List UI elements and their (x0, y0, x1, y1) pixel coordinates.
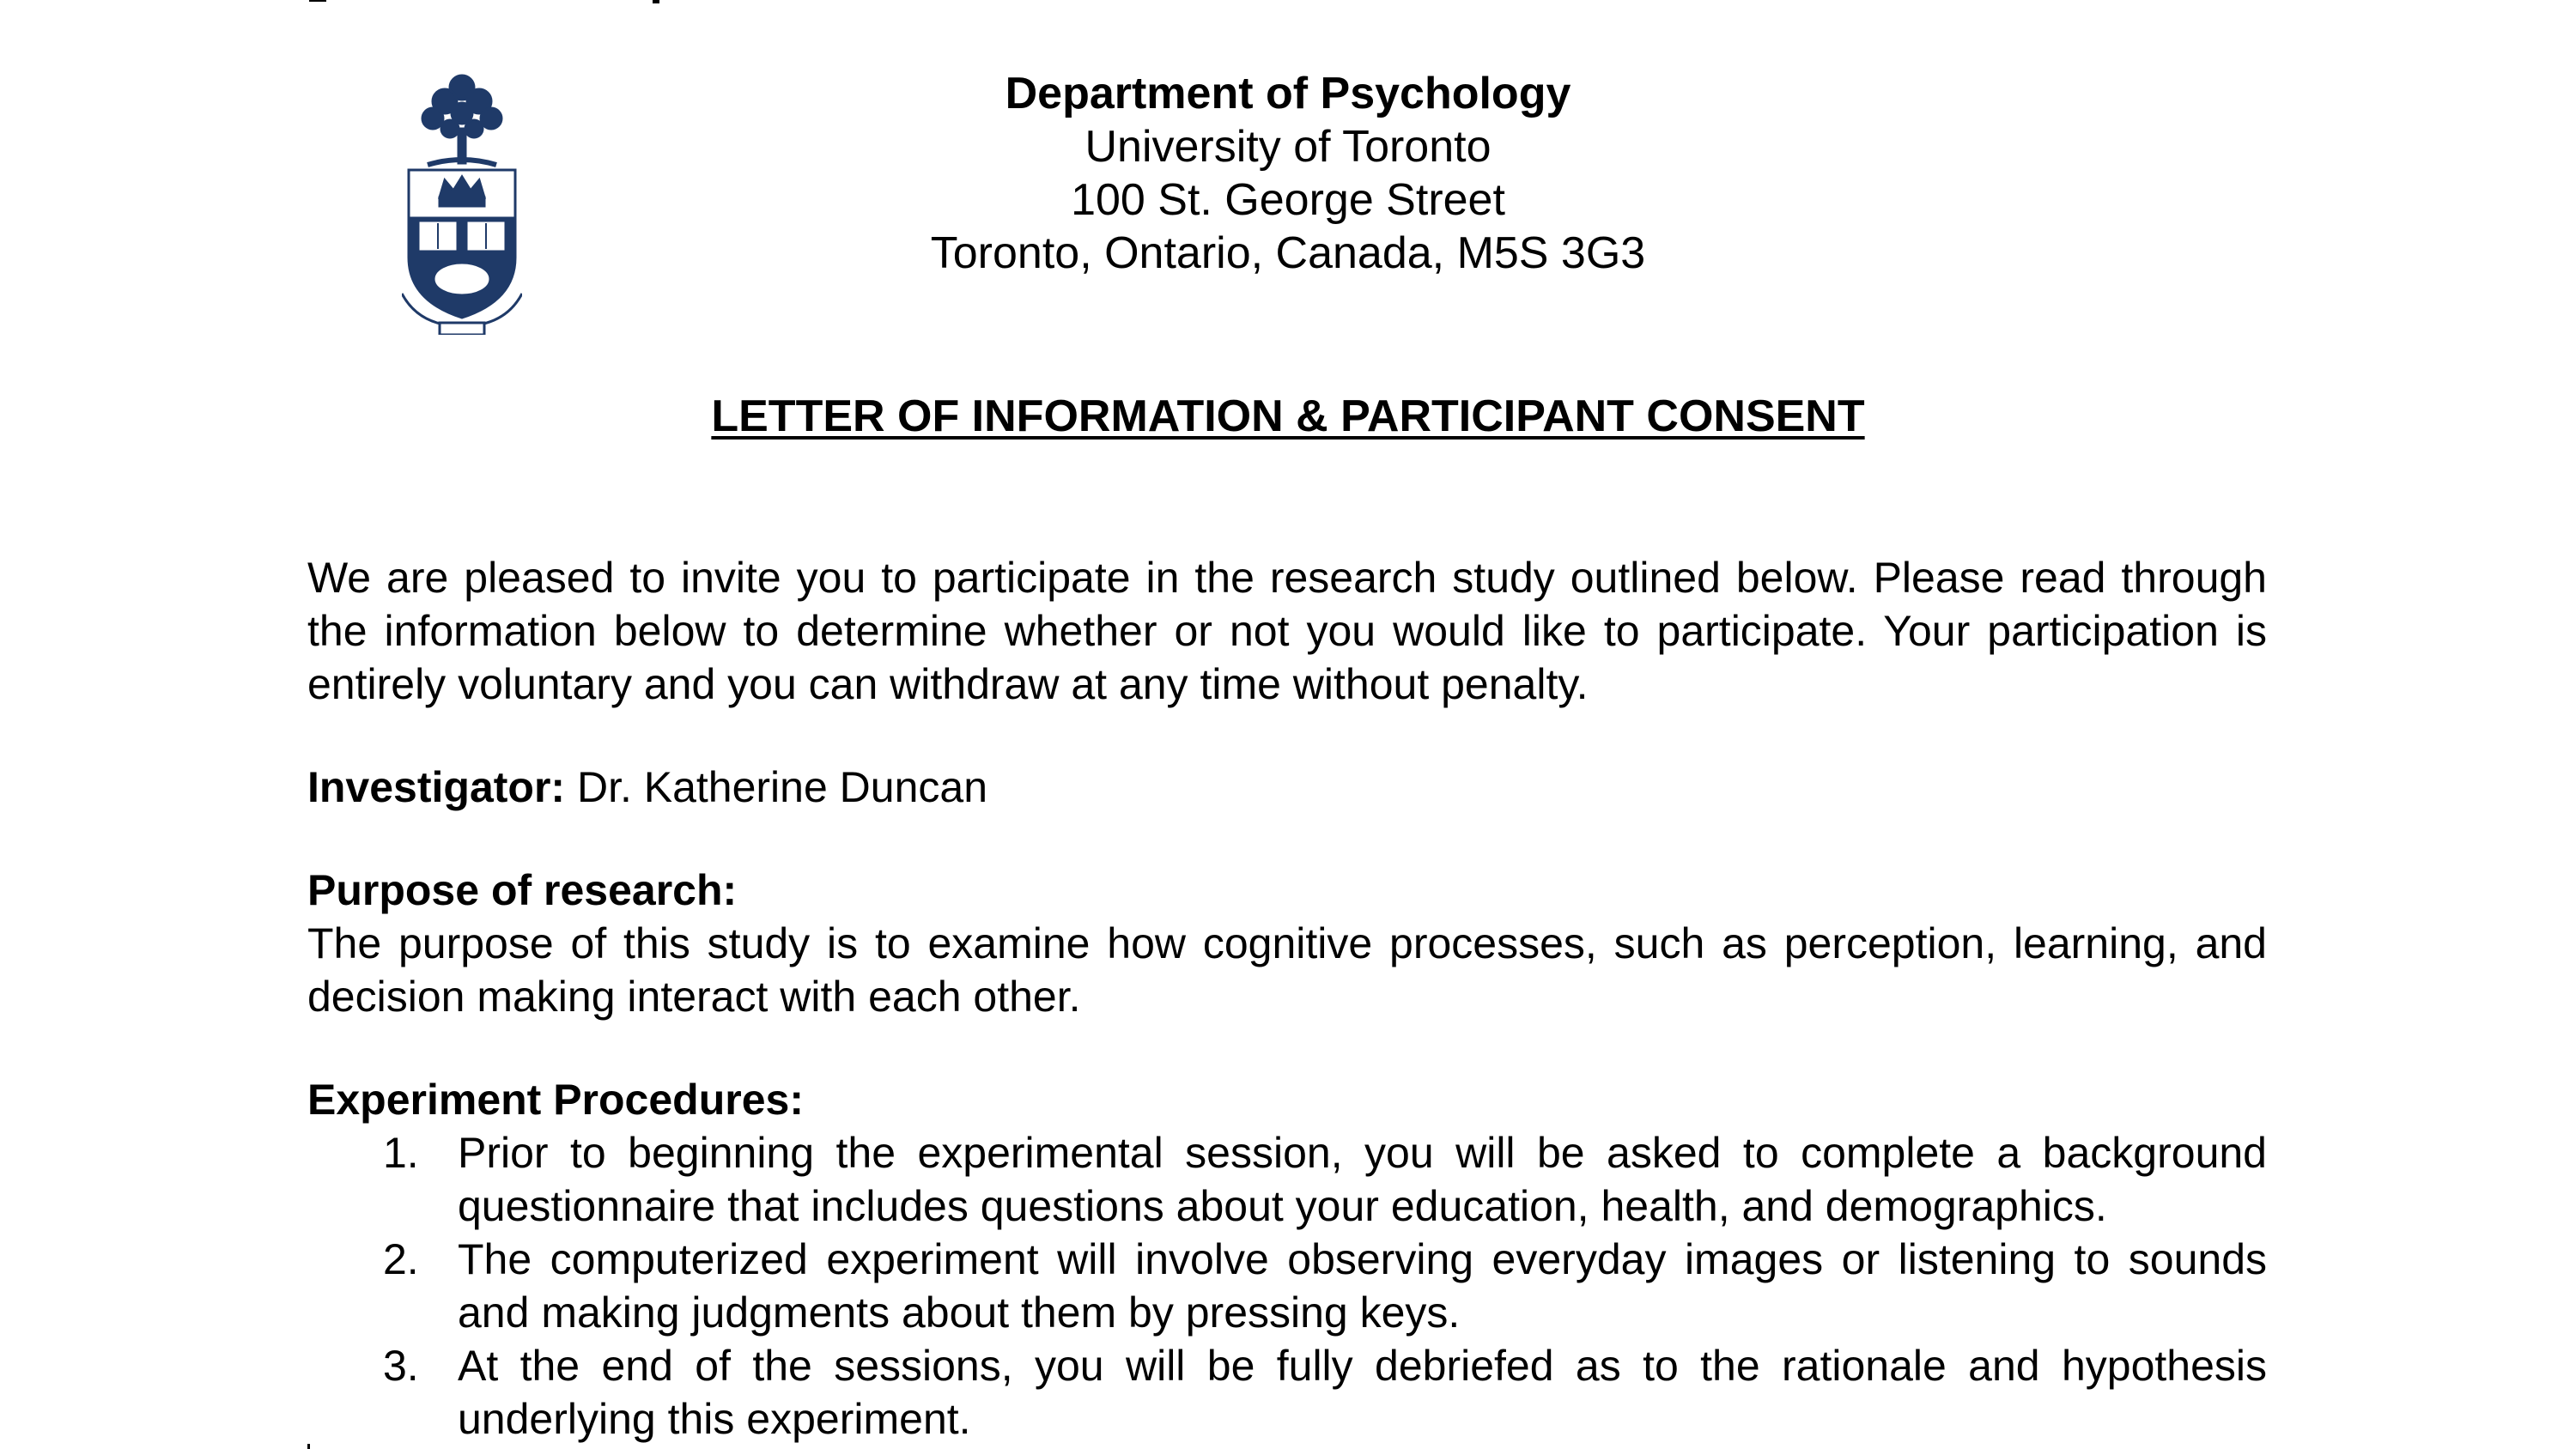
list-item-text: The computerized experiment will involve… (458, 1235, 2267, 1337)
list-item-number: 3. (383, 1342, 419, 1390)
intro-paragraph: We are pleased to invite you to particip… (307, 554, 2267, 708)
list-item: 2. The computerized experiment will invo… (307, 1233, 2267, 1339)
list-item-text: Prior to beginning the experimental sess… (458, 1129, 2267, 1230)
purpose-heading: Purpose of research: (307, 866, 738, 914)
university-crest-icon (402, 74, 522, 335)
list-item: 3. At the end of the sessions, you will … (307, 1339, 2267, 1446)
department-name: Department of Psychology (1005, 69, 1571, 118)
street-address: 100 St. George Street (1071, 175, 1505, 225)
document-page: Department of Psychology University of T… (0, 0, 2576, 1449)
investigator-line: Investigator: Dr. Katherine Duncan (307, 761, 2267, 814)
university-name: University of Toronto (1084, 122, 1492, 172)
cut-off-text-fragment (309, 0, 659, 3)
list-item: 1. Prior to beginning the experimental s… (307, 1126, 2267, 1233)
document-title: LETTER OF INFORMATION & PARTICIPANT CONS… (711, 391, 1865, 441)
list-item-text: At the end of the sessions, you will be … (458, 1342, 2267, 1443)
letterhead: Department of Psychology University of T… (773, 67, 1803, 280)
procedures-heading: Experiment Procedures: (307, 1076, 804, 1124)
investigator-value: Dr. Katherine Duncan (565, 763, 988, 811)
procedures-list: 1. Prior to beginning the experimental s… (307, 1126, 2267, 1446)
purpose-text: The purpose of this study is to examine … (307, 919, 2267, 1021)
investigator-label: Investigator: (307, 763, 566, 811)
city-address: Toronto, Ontario, Canada, M5S 3G3 (930, 228, 1646, 278)
text-cursor-mark (307, 1444, 310, 1449)
document-body: We are pleased to invite you to particip… (307, 551, 2267, 1446)
list-item-number: 2. (383, 1235, 419, 1283)
list-item-number: 1. (383, 1129, 419, 1177)
